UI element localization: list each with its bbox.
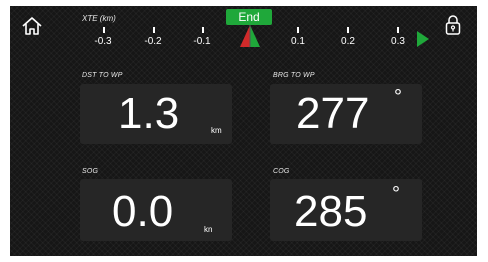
cog-unit: ° [392, 183, 400, 205]
home-icon [22, 17, 42, 35]
sog-unit: kn [204, 225, 213, 234]
sog-panel: 0.0 kn [80, 179, 232, 241]
play-arrow-icon [417, 31, 429, 47]
brg-panel: 277 ° [270, 84, 422, 144]
sog-value: 0.0 [112, 187, 174, 236]
dst-panel: 1.3 km [80, 84, 232, 144]
boat-marker-icon [240, 25, 260, 47]
end-badge: End [226, 9, 272, 25]
scale-tick [347, 27, 349, 33]
scale-label: -0.2 [144, 36, 162, 47]
dst-unit: km [211, 126, 222, 135]
sog-label: SOG [82, 168, 99, 175]
scale-tick [153, 27, 155, 33]
lock-button[interactable] [445, 14, 461, 36]
dst-label: DST TO WP [82, 72, 123, 79]
scale-label: -0.1 [193, 36, 211, 47]
scale-tick [202, 27, 204, 33]
brg-value: 277 [296, 89, 370, 138]
dst-value: 1.3 [118, 89, 180, 138]
direction-arrow [417, 31, 429, 47]
scale-label: 0.1 [291, 36, 305, 47]
navigation-screen: XTE (km) End -0.3 -0.2 -0.1 0.1 0.2 0.3 [10, 6, 477, 256]
xte-label: XTE (km) [82, 14, 116, 23]
padlock-icon [445, 15, 461, 35]
scale-label: -0.3 [94, 36, 112, 47]
scale-tick [297, 27, 299, 33]
scale-tick [397, 27, 399, 33]
scale-label: 0.3 [391, 36, 405, 47]
cog-panel: 285 ° [270, 179, 422, 241]
scale-label: 0.2 [341, 36, 355, 47]
cog-value: 285 [294, 187, 368, 236]
scale-tick [103, 27, 105, 33]
brg-label: BRG TO WP [273, 72, 315, 79]
brg-unit: ° [394, 86, 402, 108]
home-button[interactable] [21, 16, 43, 36]
course-marker [239, 24, 261, 48]
cog-label: COG [273, 168, 290, 175]
